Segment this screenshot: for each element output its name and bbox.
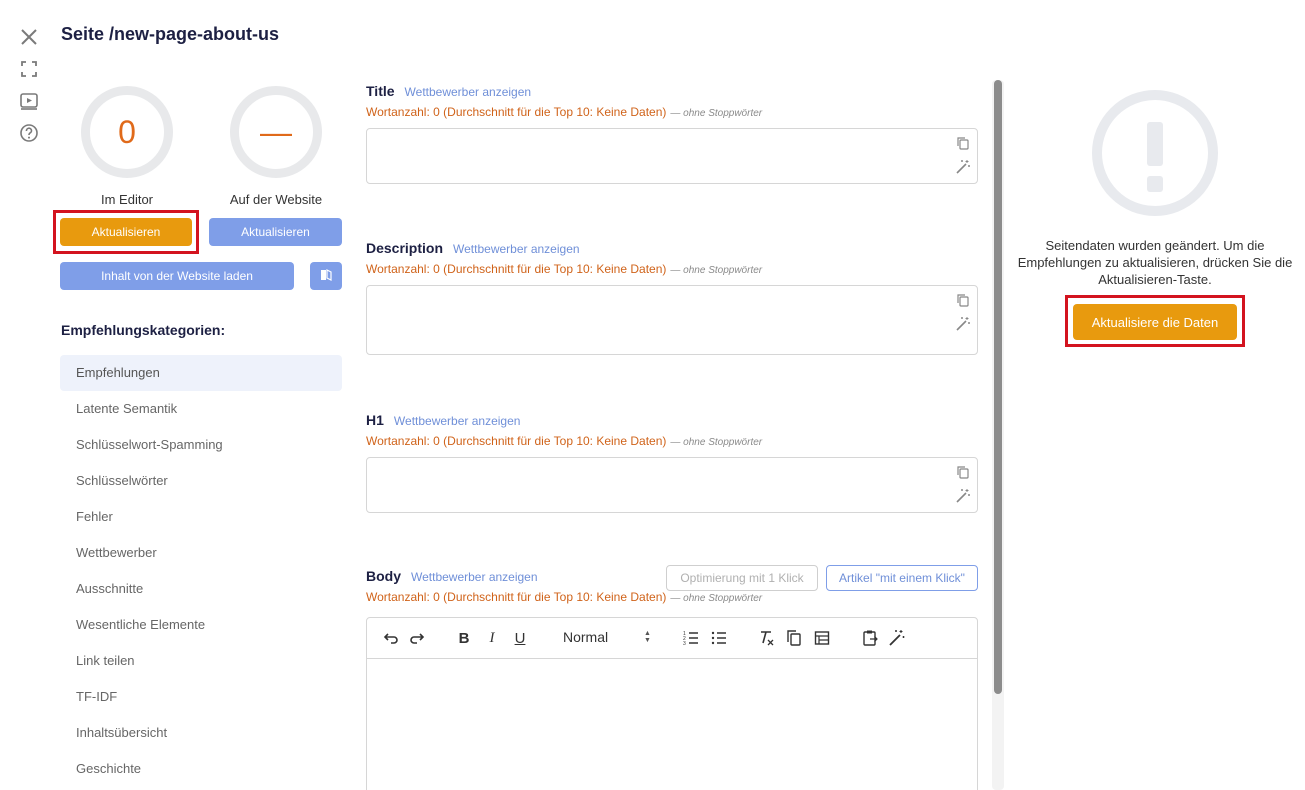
body-wordcount-note: — ohne Stoppwörter [670,593,763,604]
category-item[interactable]: Latente Semantik [60,391,342,427]
h1-field: H1 Wettbewerber anzeigen Wortanzahl: 0 (… [366,412,978,513]
category-item[interactable]: TF-IDF [60,679,342,715]
editor-score: 0 Im Editor [67,86,187,207]
help-icon[interactable] [18,122,40,144]
description-wordcount-text: Wortanzahl: 0 (Durchschnitt für die Top … [366,262,667,276]
body-label: Body [366,568,401,584]
undo-icon[interactable] [381,628,401,648]
h1-input[interactable] [366,457,978,513]
table-icon[interactable] [812,628,832,648]
category-item[interactable]: Inhaltsübersicht [60,715,342,751]
title-wordcount-text: Wortanzahl: 0 (Durchschnitt für die Top … [366,105,667,119]
body-competitors-link[interactable]: Wettbewerber anzeigen [411,570,538,584]
underline-icon[interactable]: U [510,628,530,648]
category-item[interactable]: Wesentliche Elemente [60,607,342,643]
website-update-button[interactable]: Aktualisieren [209,218,342,246]
body-wordcount-text: Wortanzahl: 0 (Durchschnitt für die Top … [366,590,667,604]
description-field: Description Wettbewerber anzeigen Wortan… [366,240,978,355]
category-item[interactable]: Fehler [60,499,342,535]
svg-text:3: 3 [683,641,686,647]
compare-button[interactable] [310,262,342,290]
editor-update-button[interactable]: Aktualisieren [60,218,192,246]
title-label: Title [366,83,395,99]
website-score: — Auf der Website [216,86,336,207]
redo-icon[interactable] [407,628,427,648]
data-changed-message: Seitendaten wurden geändert. Um die Empf… [1017,238,1293,287]
category-item[interactable]: Ausschnitte [60,571,342,607]
categories-heading: Empfehlungskategorien: [61,322,226,338]
magic-wand-icon[interactable] [887,628,907,648]
h1-competitors-link[interactable]: Wettbewerber anzeigen [394,414,521,428]
page-title: Seite /new-page-about-us [61,24,280,44]
scrollbar[interactable] [994,80,1002,694]
editor-score-circle: 0 [81,86,173,178]
copy-icon[interactable] [955,292,971,308]
title-input[interactable] [366,128,978,184]
h1-label: H1 [366,412,384,428]
editor-toolbar: B I U Normal ▲ ▼ 123 [367,618,977,659]
title-wordcount-note: — ohne Stoppwörter [670,108,763,119]
magic-wand-icon[interactable] [955,316,971,332]
description-label: Description [366,240,444,256]
clear-format-icon[interactable] [756,628,776,648]
category-item[interactable]: Wettbewerber [60,535,342,571]
chevron-updown-icon: ▲ ▼ [644,630,651,644]
category-item[interactable]: Schlüsselwort-Spamming [60,427,342,463]
website-score-label: Auf der Website [229,192,323,207]
description-wordcount: Wortanzahl: 0 (Durchschnitt für die Top … [366,262,978,276]
copy-icon[interactable] [784,628,804,648]
category-item[interactable]: Schlüsselwörter [60,463,342,499]
title-field: Title Wettbewerber anzeigen Wortanzahl: … [366,83,978,184]
category-item[interactable]: Link teilen [60,643,342,679]
video-icon[interactable] [18,90,40,112]
italic-icon[interactable]: I [482,628,502,648]
h1-wordcount-note: — ohne Stoppwörter [670,437,763,448]
magic-wand-icon[interactable] [955,488,971,504]
copy-icon[interactable] [955,464,971,480]
paste-icon[interactable] [860,628,880,648]
h1-wordcount-text: Wortanzahl: 0 (Durchschnitt für die Top … [366,434,667,448]
category-item[interactable]: Empfehlungen [60,355,342,391]
description-competitors-link[interactable]: Wettbewerber anzeigen [453,242,580,256]
bullet-list-icon[interactable] [709,628,729,648]
update-data-button[interactable]: Aktualisiere die Daten [1073,304,1237,340]
body-editor[interactable]: B I U Normal ▲ ▼ 123 [366,617,978,790]
left-rail [18,26,42,154]
one-click-article-button[interactable]: Artikel "mit einem Klick" [826,565,978,591]
description-wordcount-note: — ohne Stoppwörter [670,265,763,276]
editor-score-label: Im Editor [100,192,153,207]
title-wordcount: Wortanzahl: 0 (Durchschnitt für die Top … [366,105,978,119]
format-select[interactable]: Normal [563,629,608,645]
title-competitors-link[interactable]: Wettbewerber anzeigen [405,85,532,99]
close-icon[interactable] [18,26,40,48]
website-score-circle: — [230,86,322,178]
right-panel: Seitendaten wurden geändert. Um die Empf… [1010,90,1300,288]
body-wordcount: Wortanzahl: 0 (Durchschnitt für die Top … [366,590,978,604]
one-click-optimize-button[interactable]: Optimierung mit 1 Klick [666,565,818,591]
description-input[interactable] [366,285,978,355]
compare-icon [319,268,333,285]
category-item[interactable]: Geschichte [60,751,342,787]
bold-icon[interactable]: B [454,628,474,648]
copy-icon[interactable] [955,135,971,151]
ordered-list-icon[interactable]: 123 [681,628,701,648]
fullscreen-icon[interactable] [18,58,40,80]
h1-wordcount: Wortanzahl: 0 (Durchschnitt für die Top … [366,434,978,448]
warning-icon [1092,90,1218,216]
categories-list: Empfehlungen Latente Semantik Schlüsselw… [60,355,342,787]
magic-wand-icon[interactable] [955,159,971,175]
load-from-website-button[interactable]: Inhalt von der Website laden [60,262,294,290]
